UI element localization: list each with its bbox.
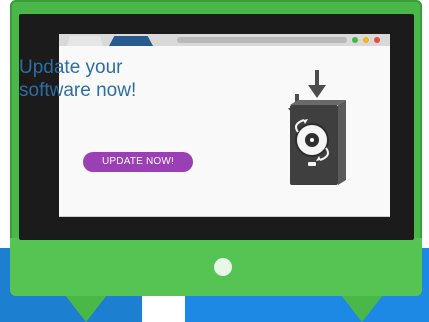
browser-tab-active[interactable] xyxy=(109,36,153,46)
update-now-button[interactable]: UPDATE NOW! xyxy=(83,152,193,172)
download-arrow-icon xyxy=(308,70,326,98)
page-title: Update your software now! xyxy=(19,56,189,102)
software-update-illustration xyxy=(288,70,346,185)
address-bar[interactable] xyxy=(177,37,347,43)
power-light xyxy=(214,258,232,276)
window-dot-red[interactable] xyxy=(374,37,380,43)
window-dot-green[interactable] xyxy=(352,37,358,43)
browser-tab-inactive[interactable] xyxy=(67,36,103,46)
headline-line-1: Update your xyxy=(19,57,123,78)
window-dot-yellow[interactable] xyxy=(363,37,369,43)
browser-toolbar xyxy=(59,34,390,46)
headline-line-2: software now! xyxy=(19,80,137,101)
